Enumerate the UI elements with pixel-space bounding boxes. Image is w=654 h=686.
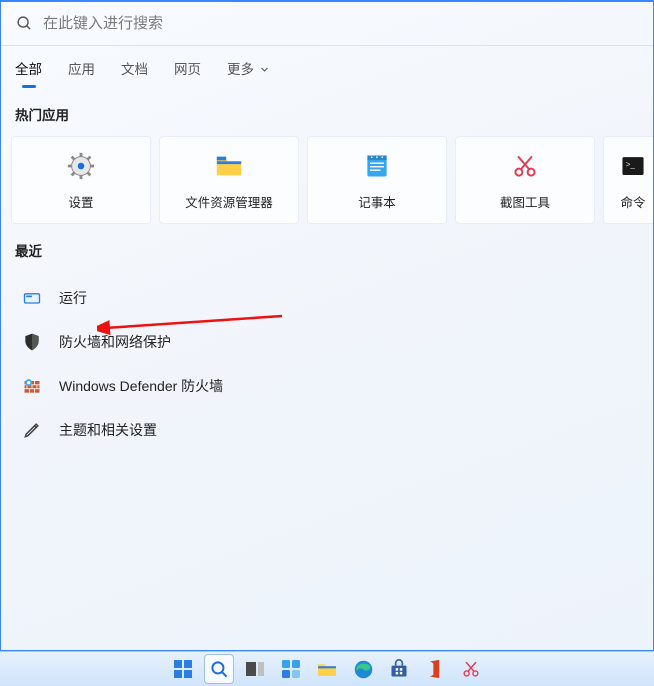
tile-label: 截图工具	[500, 192, 550, 211]
taskbar-edge[interactable]	[348, 654, 378, 684]
chevron-down-icon	[260, 62, 269, 77]
pen-icon	[21, 420, 43, 440]
gear-icon	[65, 150, 97, 182]
tab-apps[interactable]: 应用	[68, 58, 95, 78]
tile-cmd[interactable]: >_ 命令	[603, 136, 653, 224]
hot-app-tiles: 设置 文件资源管理器 记事本 截图工具 >_ 命令	[1, 136, 653, 224]
tile-label: 设置	[68, 192, 93, 211]
section-recent-title: 最近	[1, 224, 653, 272]
section-hot-title: 热门应用	[1, 88, 653, 136]
recent-label: Windows Defender 防火墙	[59, 376, 223, 396]
recent-label: 主题和相关设置	[59, 420, 157, 440]
taskbar-office[interactable]	[420, 654, 450, 684]
recent-theme-settings[interactable]: 主题和相关设置	[9, 408, 645, 452]
tile-label: 记事本	[358, 192, 396, 211]
taskbar-store[interactable]	[384, 654, 414, 684]
tab-web[interactable]: 网页	[174, 58, 201, 78]
recent-defender-firewall[interactable]: Windows Defender 防火墙	[9, 364, 645, 408]
recent-run[interactable]: 运行	[9, 276, 645, 320]
taskbar-search[interactable]	[204, 654, 234, 684]
taskbar-widgets[interactable]	[276, 654, 306, 684]
scissors-icon	[509, 150, 541, 182]
tile-label: 命令	[620, 192, 645, 211]
search-bar[interactable]	[1, 2, 653, 46]
terminal-icon: >_	[617, 150, 649, 182]
taskbar-taskview[interactable]	[240, 654, 270, 684]
shield-icon	[21, 332, 43, 352]
tile-settings[interactable]: 设置	[11, 136, 151, 224]
run-icon	[21, 288, 43, 308]
svg-text:>_: >_	[626, 159, 636, 168]
folder-icon	[213, 150, 245, 182]
tile-notepad[interactable]: 记事本	[307, 136, 447, 224]
tile-explorer[interactable]: 文件资源管理器	[159, 136, 299, 224]
search-icon	[15, 15, 33, 33]
recent-list: 运行 防火墙和网络保护 Windows Defender 防火墙 主题和相关设置	[1, 272, 653, 456]
tab-more-label: 更多	[227, 62, 254, 77]
recent-label: 运行	[59, 288, 87, 308]
tab-docs[interactable]: 文档	[121, 58, 148, 78]
taskbar-explorer[interactable]	[312, 654, 342, 684]
taskbar-start[interactable]	[168, 654, 198, 684]
tile-label: 文件资源管理器	[185, 192, 273, 211]
taskbar-snip[interactable]	[456, 654, 486, 684]
recent-firewall-protection[interactable]: 防火墙和网络保护	[9, 320, 645, 364]
filter-tabs: 全部 应用 文档 网页 更多	[1, 46, 653, 88]
tile-snip[interactable]: 截图工具	[455, 136, 595, 224]
taskbar	[0, 651, 654, 686]
tab-all[interactable]: 全部	[15, 58, 42, 78]
search-input[interactable]	[43, 15, 639, 32]
brick-wall-icon	[21, 376, 43, 396]
recent-label: 防火墙和网络保护	[59, 332, 171, 352]
tab-more[interactable]: 更多	[227, 58, 269, 78]
notepad-icon	[361, 150, 393, 182]
